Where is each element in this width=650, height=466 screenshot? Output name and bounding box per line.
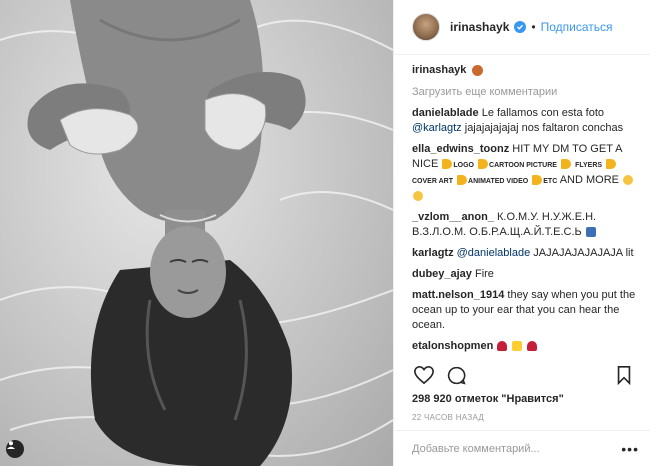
comment-item: _vzlom__anon_ К.О.М.У. Н.У.Ж.Е.Н. В.З.Л.…: [412, 210, 636, 240]
likes-number: 298 920: [412, 393, 452, 405]
verified-icon: [514, 21, 527, 33]
comment-text: FLYERS: [575, 162, 603, 169]
post-header: irinashayk • Подписаться: [394, 0, 650, 55]
ship-emoji-icon: [585, 227, 596, 238]
crown-emoji-icon: [512, 341, 523, 352]
comment-text: CARTOON PICTURE: [489, 162, 557, 169]
money-bag-icon: [413, 191, 423, 202]
header-username[interactable]: irinashayk: [450, 20, 509, 34]
comment-text: Fire: [474, 268, 494, 280]
pointing-hand-icon: [606, 159, 617, 170]
comment-username[interactable]: matt.nelson_1914: [412, 289, 504, 301]
comment-item: matt.nelson_1914 they say when you put t…: [412, 288, 636, 333]
post-photo[interactable]: [0, 0, 393, 466]
comment-username[interactable]: etalonshopmen: [412, 340, 493, 352]
comment-item: ella_edwins_toonz HIT MY DM TO GET A NIC…: [412, 142, 636, 204]
money-bag-icon: [623, 175, 634, 186]
caption-username[interactable]: irinashayk: [412, 64, 466, 76]
comment-text: Le fallamos con esta foto: [481, 107, 604, 119]
like-button[interactable]: [412, 363, 436, 387]
heart-emoji-icon: [497, 341, 508, 352]
comment-mention[interactable]: @danielablade: [457, 247, 531, 259]
comment-item: etalonshopmen: [412, 339, 636, 354]
comment-item: danielablade Le fallamos con esta foto @…: [412, 106, 636, 136]
save-button[interactable]: [612, 363, 636, 387]
comment-text: jajajajajajaj nos faltaron conchas: [464, 122, 624, 134]
pointing-hand-icon: [532, 175, 543, 186]
post-side-panel: irinashayk • Подписаться irinashayk Загр…: [393, 0, 650, 466]
comment-text: JAJAJAJAJAJAJA lit: [533, 247, 634, 259]
comment-icon: [447, 366, 466, 385]
comment-username[interactable]: _vzlom__anon_: [412, 211, 494, 223]
comment-text: ETC: [543, 178, 558, 185]
comment-username[interactable]: dubey_ajay: [412, 268, 472, 280]
photo-illustration: [0, 0, 393, 466]
bookmark-icon: [617, 366, 631, 385]
comment-item: dubey_ajay Fire: [412, 267, 636, 282]
comment-text: AND MORE: [559, 174, 619, 186]
likes-count[interactable]: 298 920 отметок "Нравится": [412, 393, 564, 405]
comment-item: karlagtz @danielablade JAJAJAJAJAJAJA li…: [412, 246, 636, 261]
comment-input[interactable]: [412, 442, 622, 455]
more-options-button[interactable]: •••: [621, 441, 639, 457]
comment-username[interactable]: danielablade: [412, 107, 479, 119]
shell-emoji-icon: [472, 64, 484, 76]
post-actions-bar: [412, 360, 636, 390]
follow-button[interactable]: Подписаться: [541, 20, 613, 34]
add-comment-bar: •••: [394, 430, 650, 466]
comment-username[interactable]: ella_edwins_toonz: [412, 143, 509, 155]
comment-text: LOGO: [453, 162, 474, 169]
user-icon: [7, 441, 15, 449]
pointing-hand-icon: [442, 159, 453, 170]
load-more-comments-link[interactable]: Загрузить еще комментарии: [412, 86, 636, 98]
post-timestamp[interactable]: 22 ЧАСОВ НАЗАД: [412, 413, 484, 422]
instagram-post: irinashayk • Подписаться irinashayk Загр…: [0, 0, 650, 466]
caption-row: irinashayk: [412, 64, 636, 76]
comments-list[interactable]: irinashayk Загрузить еще комментарии dan…: [412, 64, 636, 356]
header-separator: •: [531, 20, 536, 34]
comment-username[interactable]: karlagtz: [412, 247, 454, 259]
pointing-hand-icon: [561, 159, 572, 170]
heart-icon: [414, 365, 434, 385]
pointing-hand-icon: [478, 159, 489, 170]
likes-label: отметок "Нравится": [451, 393, 564, 405]
comment-text: COVER ART: [412, 178, 453, 185]
comment-button[interactable]: [444, 363, 468, 387]
comment-mention[interactable]: @karlagtz: [412, 122, 462, 134]
comment-text: ANIMATED VIDEO: [468, 178, 529, 185]
avatar[interactable]: [412, 13, 440, 41]
user-tag-badge[interactable]: [6, 440, 24, 458]
pointing-hand-icon: [457, 175, 468, 186]
heart-emoji-icon: [527, 341, 538, 352]
